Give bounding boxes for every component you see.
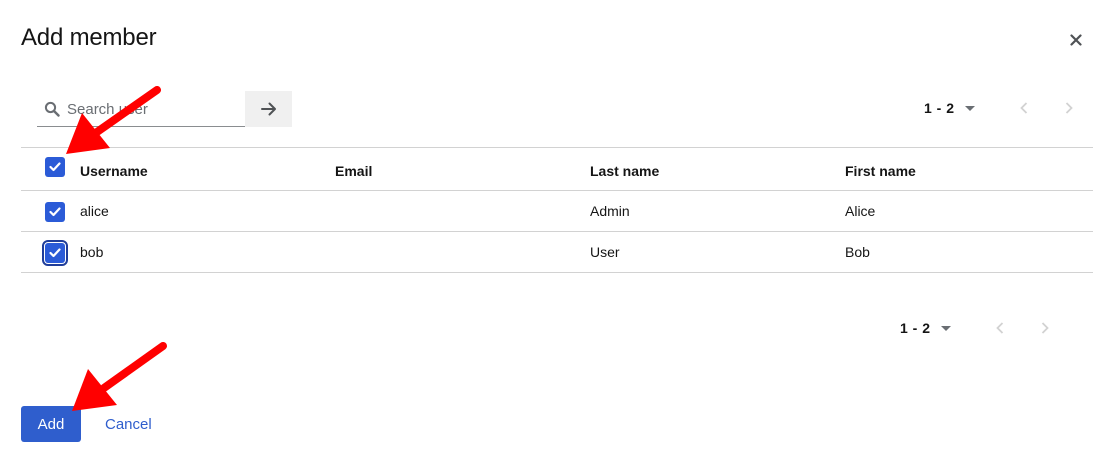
- cell-username: alice: [80, 203, 109, 219]
- row-checkbox[interactable]: [45, 202, 65, 222]
- select-all-checkbox[interactable]: [45, 157, 65, 177]
- cancel-button[interactable]: Cancel: [105, 406, 152, 442]
- search-field[interactable]: [37, 91, 245, 127]
- check-icon: [49, 207, 61, 217]
- column-header-email: Email: [335, 163, 373, 179]
- chevron-left-icon: [1019, 102, 1027, 114]
- next-page-button[interactable]: [1039, 322, 1051, 334]
- table-header-row: Username Email Last name First name: [21, 147, 1093, 191]
- arrow-right-icon: [260, 102, 276, 116]
- table-row: alice Admin Alice: [21, 191, 1093, 232]
- cell-first-name: Alice: [845, 203, 876, 219]
- caret-down-icon[interactable]: [964, 105, 975, 111]
- chevron-right-icon: [1065, 102, 1073, 114]
- add-button[interactable]: Add: [21, 406, 81, 442]
- search-input[interactable]: [67, 97, 239, 121]
- column-header-first-name: First name: [845, 163, 916, 179]
- chevron-right-icon: [1041, 322, 1049, 334]
- close-button[interactable]: [1066, 30, 1086, 50]
- check-icon: [49, 162, 61, 172]
- check-icon: [49, 248, 61, 258]
- pagination-top: 1 - 2: [924, 100, 1075, 116]
- previous-page-button[interactable]: [994, 322, 1006, 334]
- cell-last-name: User: [590, 244, 620, 260]
- caret-down-icon[interactable]: [940, 325, 951, 331]
- cell-first-name: Bob: [845, 244, 870, 260]
- table-row: bob User Bob: [21, 232, 1093, 273]
- previous-page-button[interactable]: [1018, 102, 1030, 114]
- pagination-range-toggle[interactable]: 1 - 2: [900, 320, 931, 336]
- next-page-button[interactable]: [1063, 102, 1075, 114]
- pagination-range-toggle[interactable]: 1 - 2: [924, 100, 955, 116]
- search-icon: [44, 101, 60, 117]
- cell-username: bob: [80, 244, 104, 260]
- close-icon: [1070, 34, 1082, 46]
- members-table: Username Email Last name First name alic…: [21, 147, 1093, 273]
- column-header-username: Username: [80, 163, 148, 179]
- row-checkbox[interactable]: [42, 240, 68, 266]
- annotation-arrow-icon: [72, 342, 167, 411]
- search-submit-button[interactable]: [245, 91, 292, 127]
- cell-last-name: Admin: [590, 203, 630, 219]
- chevron-left-icon: [995, 322, 1003, 334]
- pagination-bottom: 1 - 2: [900, 320, 1051, 336]
- modal-title: Add member: [21, 24, 157, 51]
- column-header-last-name: Last name: [590, 163, 660, 179]
